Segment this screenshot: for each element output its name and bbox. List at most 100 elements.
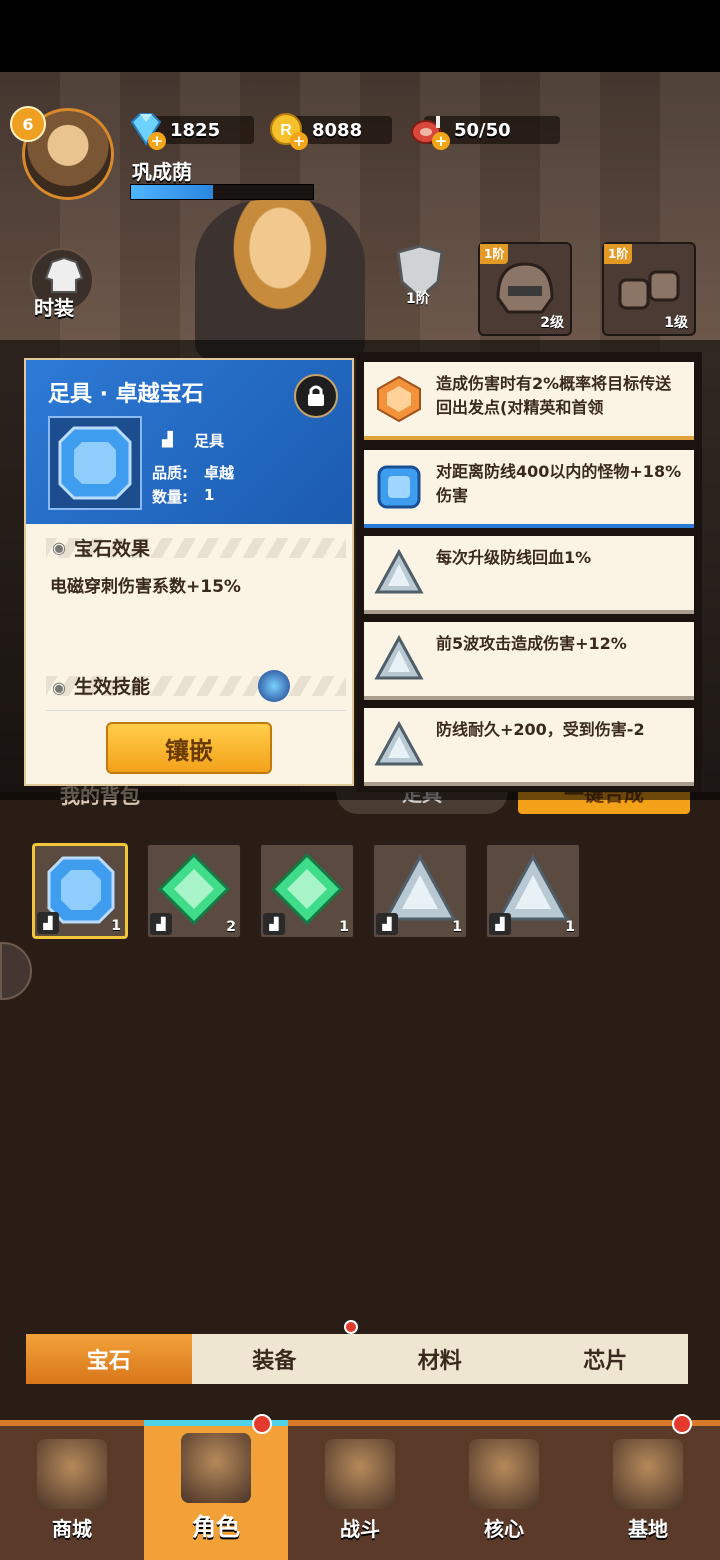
gem-effect-text: 电磁穿刺伤害系数+15% [50,577,241,597]
tab-equipment[interactable]: 装备 [192,1334,358,1384]
inset-button[interactable]: 镶嵌 [106,722,272,774]
effect-item: 每次升级防线回血1% [364,536,694,614]
triangle-gem-icon [374,548,424,594]
divider [46,710,346,711]
triangle-gem-icon [374,634,424,680]
helmet-slot[interactable]: 1阶 2级 [478,242,572,336]
effect-item: 防线耐久+200，受到伤害-2 [364,708,694,786]
nav-core-label: 核心 [484,1517,524,1541]
section-bullet-icon: ◉ [52,678,66,697]
xp-bar-fill [131,185,213,199]
bag-item-count: 2 [226,919,236,935]
floating-assistant-button[interactable] [0,942,32,1000]
category-tabs: 宝石 装备 材料 芯片 [26,1334,688,1384]
coin-counter[interactable]: R + 8088 [268,112,363,150]
gauntlet-slot[interactable]: 1阶 1级 [602,242,696,336]
bag-gem-item[interactable]: ▟ 1 [259,843,355,939]
helmet-level: 2级 [540,315,564,331]
bag-gem-item[interactable]: ▟ 1 [32,843,128,939]
skill-icon[interactable] [258,670,290,702]
bag-gem-item[interactable]: ▟ 2 [146,843,242,939]
battle-icon [325,1439,395,1509]
diamond-icon: + [126,112,166,150]
count-label: 数量: [152,488,188,506]
gem-slot: 足具 [194,432,225,450]
effect-item: 前5波攻击造成伤害+12% [364,622,694,700]
nav-base[interactable]: 基地 [576,1420,720,1560]
boot-icon: ▟ [150,913,172,935]
gem-effect-header: 宝石效果 [74,538,151,560]
boot-icon: ▟ [162,432,173,448]
bag-gem-item[interactable]: ▟ 1 [372,843,468,939]
diamond-counter[interactable]: + 1825 [126,112,221,150]
effect-text: 每次升级防线回血1% [436,548,592,567]
coin-value: 8088 [312,119,363,141]
nav-character-label: 角色 [192,1513,240,1541]
gem-card-title: 足具 · 卓越宝石 [48,382,204,407]
nav-battle-label: 战斗 [340,1517,380,1541]
boot-icon: ▟ [489,913,511,935]
bag-gem-item[interactable]: ▟ 1 [485,843,581,939]
xp-bar [130,184,314,200]
quality-label: 品质: [152,464,188,482]
character-icon [181,1433,251,1503]
effect-text: 造成伤害时有2%概率将目标传送回出发点(对精英和首领 [436,374,672,417]
status-bar [0,0,720,72]
gauntlet-icon [618,270,680,310]
nav-base-label: 基地 [628,1517,668,1541]
effect-item: 对距离防线400以内的怪物+18%伤害 [364,450,694,528]
nav-shop[interactable]: 商城 [0,1420,144,1560]
shield-tier-label: 1阶 [406,291,430,307]
nav-shop-label: 商城 [52,1517,92,1541]
add-diamond-icon[interactable]: + [148,132,166,150]
player-level-badge: 6 [10,106,46,142]
section-bullet-icon: ◉ [52,538,66,557]
shop-icon [37,1439,107,1509]
effect-item: 造成伤害时有2%概率将目标传送回出发点(对精英和首领 [364,362,694,440]
meat-icon: + [410,112,450,150]
coin-icon: R + [268,112,308,150]
boot-icon: ▟ [37,912,59,934]
notification-dot [344,1320,358,1334]
nav-character[interactable]: 角色 [144,1420,288,1560]
effect-text: 对距离防线400以内的怪物+18%伤害 [436,462,682,505]
lock-button[interactable] [294,374,338,418]
effect-text: 防线耐久+200，受到伤害-2 [436,720,645,739]
hero-character [195,200,365,360]
add-stamina-icon[interactable]: + [432,132,450,150]
blue-gem-icon [377,465,421,509]
base-icon [613,1439,683,1509]
lock-icon [308,385,324,406]
blue-gem-icon [58,426,132,500]
notification-dot [672,1414,692,1434]
stamina-counter[interactable]: + 50/50 [410,112,511,150]
boot-icon: ▟ [376,913,398,935]
helmet-icon [496,262,554,314]
gauntlet-level: 1级 [664,315,688,331]
bottom-nav: 商城 角色 战斗 核心 基地 [0,1420,720,1560]
bag-item-count: 1 [452,919,462,935]
active-skill-header: 生效技能 [74,676,151,698]
triangle-gem-icon [374,720,424,766]
bag-item-count: 1 [111,918,121,934]
bag-item-count: 1 [339,919,349,935]
add-coin-icon[interactable]: + [290,132,308,150]
fashion-label: 时装 [34,296,74,320]
orange-gem-icon [377,375,421,423]
count-value: 1 [204,486,215,504]
tab-gem[interactable]: 宝石 [26,1334,192,1384]
bag-item-count: 1 [565,919,575,935]
core-icon [469,1439,539,1509]
tab-materials[interactable]: 材料 [357,1334,523,1384]
jacket-icon [44,256,84,293]
stamina-value: 50/50 [454,119,511,141]
notification-dot [252,1414,272,1434]
diamond-value: 1825 [170,119,221,141]
player-name: 巩成荫 [132,160,192,184]
nav-core[interactable]: 核心 [432,1420,576,1560]
boot-icon: ▟ [263,913,285,935]
nav-battle[interactable]: 战斗 [288,1420,432,1560]
tab-chips[interactable]: 芯片 [523,1334,689,1384]
effect-text: 前5波攻击造成伤害+12% [436,634,627,653]
gem-preview [48,416,142,510]
